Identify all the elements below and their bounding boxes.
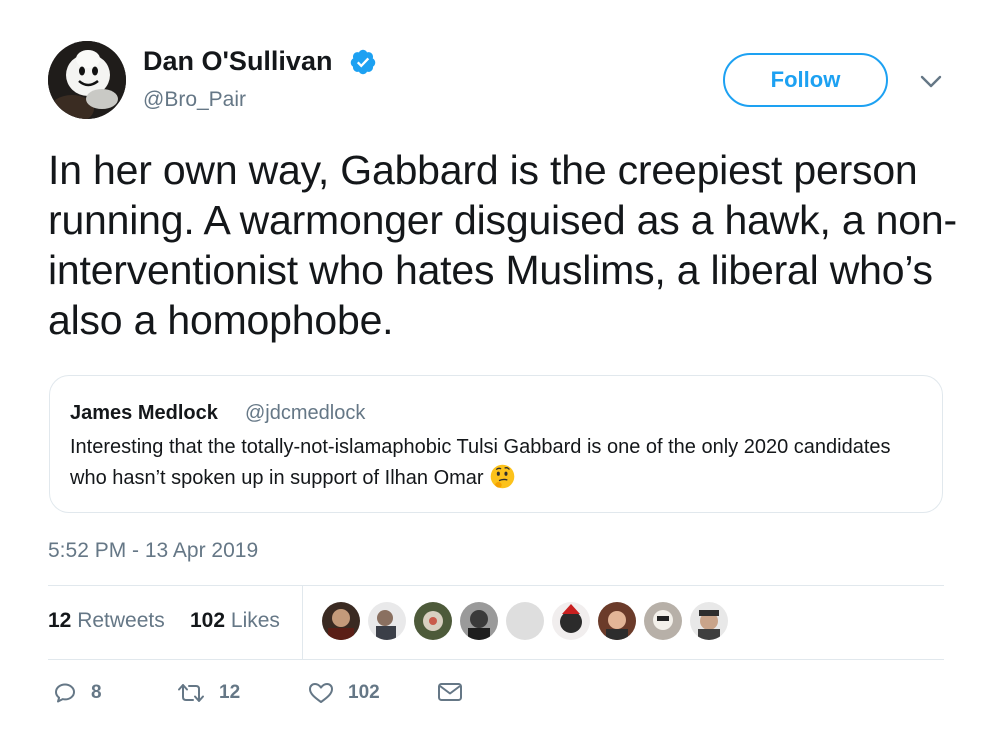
liker-avatar[interactable]	[689, 601, 729, 641]
direct-message-action[interactable]	[437, 681, 463, 703]
liker-avatar[interactable]	[551, 601, 591, 641]
retweet-action[interactable]: 12	[177, 681, 240, 705]
divider-bottom	[48, 659, 944, 660]
liker-avatar[interactable]	[505, 601, 545, 641]
liker-avatar[interactable]	[321, 601, 361, 641]
author-display-name[interactable]: Dan O'Sullivan	[143, 46, 332, 77]
retweet-icon	[178, 684, 204, 702]
tweet-timestamp[interactable]: 5:52 PM - 13 Apr 2019	[48, 539, 258, 563]
author-avatar[interactable]	[48, 41, 126, 119]
chevron-down-icon[interactable]	[918, 70, 944, 92]
quoted-tweet-text: Interesting that the totally-not-islamap…	[70, 436, 891, 489]
stats-divider	[302, 585, 303, 659]
liker-avatar[interactable]	[597, 601, 637, 641]
likes-stat[interactable]: 102 Likes	[190, 609, 280, 633]
retweets-label: Retweets	[77, 609, 165, 632]
reply-count: 8	[91, 682, 102, 703]
message-icon	[438, 683, 462, 701]
reply-action[interactable]: 8	[53, 681, 102, 705]
reply-icon	[55, 683, 75, 703]
liker-avatar[interactable]	[643, 601, 683, 641]
liker-avatar[interactable]	[413, 601, 453, 641]
liker-avatar[interactable]	[367, 601, 407, 641]
quoted-author-name: James Medlock	[70, 402, 218, 424]
author-handle[interactable]: @Bro_Pair	[143, 88, 246, 112]
liker-avatar[interactable]	[459, 601, 499, 641]
retweets-count: 12	[48, 609, 72, 632]
quoted-tweet-text-block: Interesting that the totally-not-islamap…	[70, 432, 920, 494]
quoted-tweet[interactable]: James Medlock @jdcmedlock Interesting th…	[49, 375, 943, 513]
like-count: 102	[348, 682, 380, 703]
retweet-count: 12	[219, 682, 241, 703]
verified-icon	[350, 49, 376, 75]
like-action[interactable]: 102	[308, 681, 380, 705]
retweets-stat[interactable]: 12 Retweets	[48, 609, 165, 633]
tweet-card: Dan O'Sullivan @Bro_Pair Follow In her o…	[0, 0, 1000, 750]
like-icon	[309, 683, 333, 703]
divider-top	[48, 585, 944, 586]
likes-count: 102	[190, 609, 226, 632]
quoted-author-handle: @jdcmedlock	[245, 402, 366, 424]
follow-button[interactable]: Follow	[723, 53, 888, 107]
thinking-face-icon	[490, 464, 514, 489]
tweet-text: In her own way, Gabbard is the creepiest…	[48, 147, 957, 343]
likes-label: Likes	[230, 609, 280, 632]
